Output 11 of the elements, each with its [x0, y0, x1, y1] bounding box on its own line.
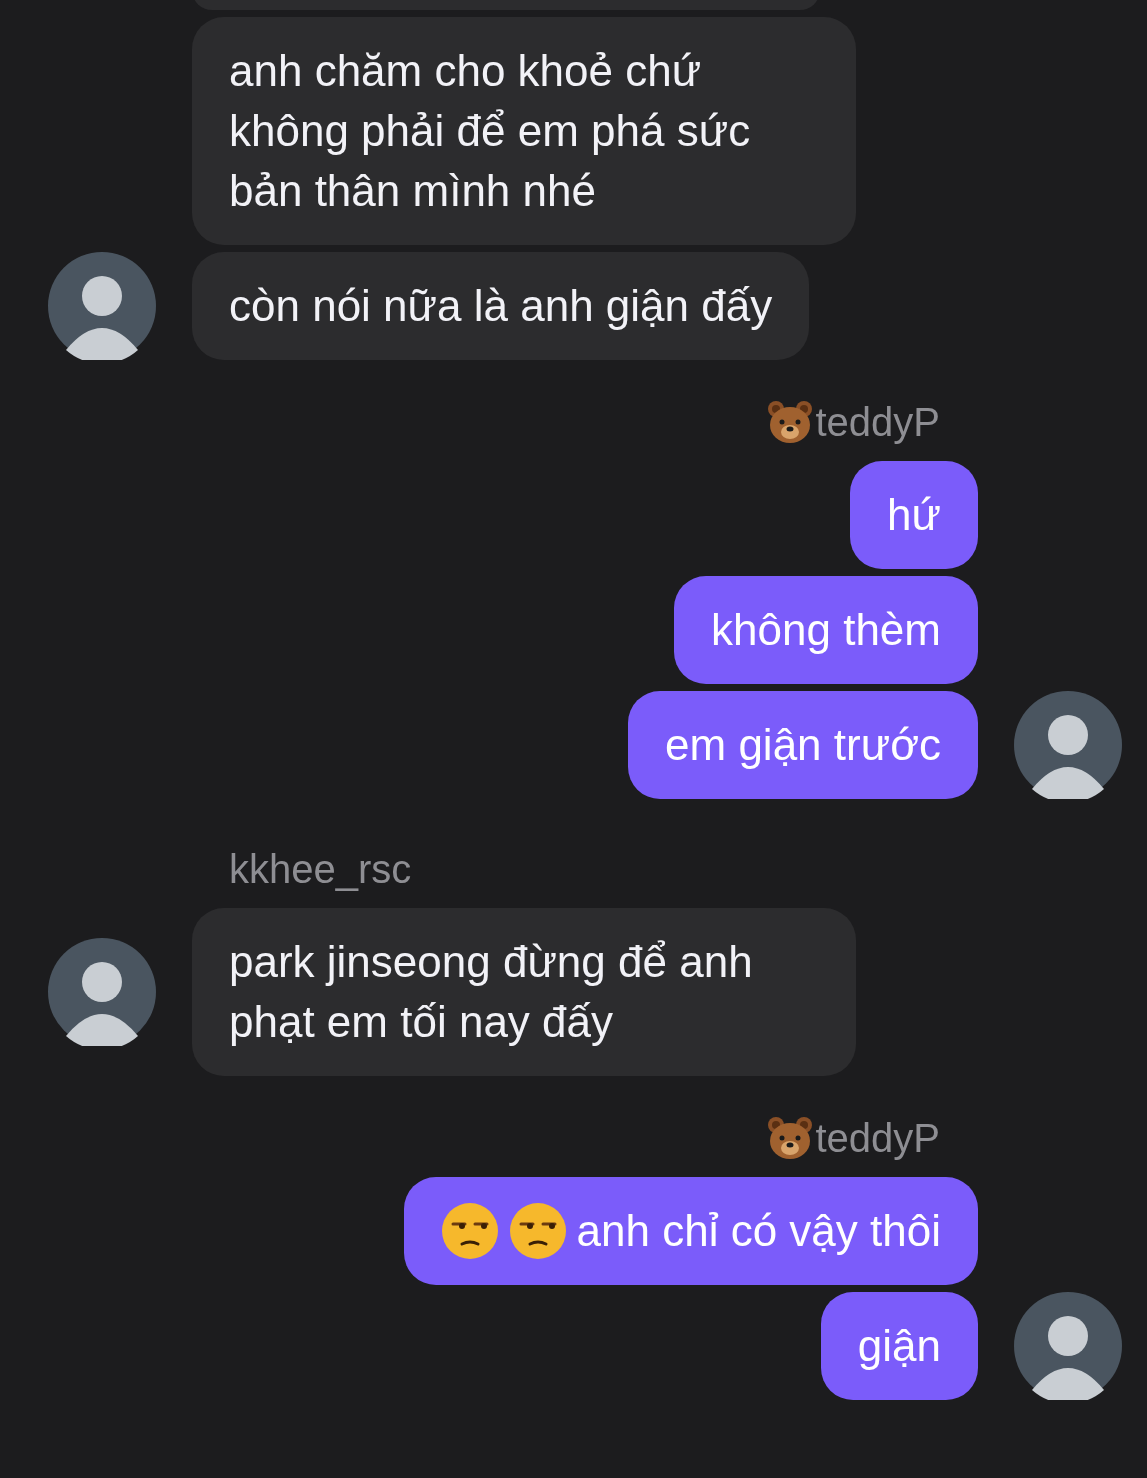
sender-name: kkhee_rsc: [229, 847, 412, 891]
message-text: park jinseong đừng để anh phạt em tối nay đấy: [229, 936, 754, 1048]
message-text: anh chỉ có vậy thôi: [576, 1205, 941, 1257]
message-text: hứ: [887, 489, 941, 541]
message-text: giận: [857, 1320, 941, 1372]
message-text: không thèm: [711, 604, 941, 656]
message-text: còn nói nữa là anh giận đấy: [229, 280, 773, 332]
message-text: em giận trước: [665, 719, 941, 771]
sender-name: teddyP: [815, 1116, 940, 1160]
sender-name: teddyP: [815, 400, 940, 444]
message-text: anh chăm cho khoẻ chứ không phải để em phá sức bản thân mình nhé: [229, 45, 752, 217]
